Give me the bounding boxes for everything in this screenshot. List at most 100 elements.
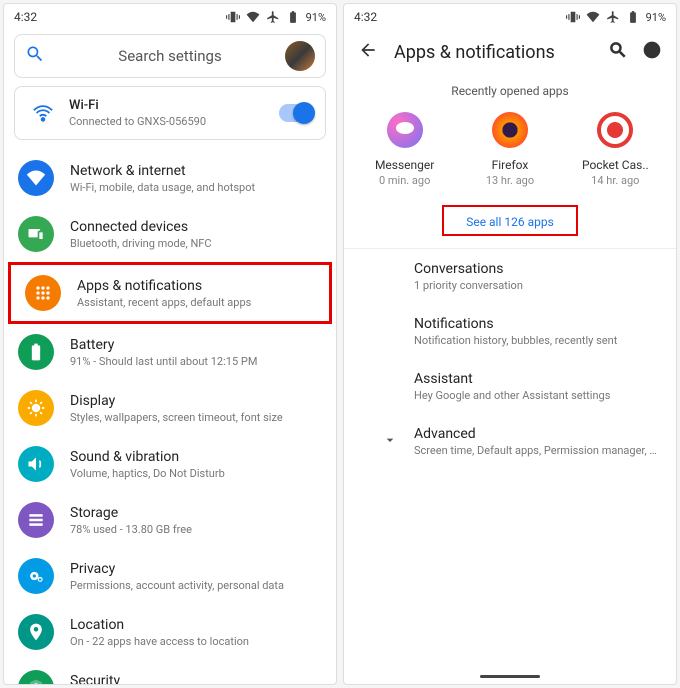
profile-avatar[interactable]	[285, 41, 315, 71]
recent-apps-label: Recently opened apps	[344, 84, 676, 98]
settings-row-privacy[interactable]: Privacy Permissions, account activity, p…	[4, 548, 336, 604]
battery-icon	[626, 10, 640, 24]
chevron-down-icon	[382, 432, 400, 452]
row-title: Privacy	[70, 561, 284, 577]
search-placeholder: Search settings	[55, 47, 285, 65]
status-icons: 91%	[226, 10, 326, 24]
row-sub: Assistant, recent apps, default apps	[77, 296, 251, 309]
page-title: Apps & notifications	[394, 42, 592, 63]
location-icon	[18, 614, 54, 650]
battery-percent: 91%	[306, 11, 326, 24]
advanced-row[interactable]: Advanced Screen time, Default apps, Perm…	[344, 414, 676, 469]
row-sub: Permissions, account activity, personal …	[70, 579, 284, 592]
battery-percent: 91%	[646, 11, 666, 24]
settings-row-storage[interactable]: Storage 78% used - 13.80 GB free	[4, 492, 336, 548]
page-header: Apps & notifications	[344, 30, 676, 78]
storage-icon	[18, 502, 54, 538]
row-title: Assistant	[414, 371, 662, 387]
app-time: 14 hr. ago	[591, 174, 639, 187]
row-title: Location	[70, 617, 249, 633]
row-title: Connected devices	[70, 219, 212, 235]
help-button[interactable]	[642, 40, 662, 64]
row-title: Security	[70, 673, 245, 685]
security-icon	[18, 670, 54, 684]
search-icon	[25, 44, 45, 68]
wifi-icon	[246, 10, 260, 24]
row-sub: 1 priority conversation	[414, 279, 662, 292]
wifi-icon	[586, 10, 600, 24]
apps-notifications-screen: 4:32 91% Apps & notifications Recently o…	[343, 3, 677, 685]
status-icons: 91%	[566, 10, 666, 24]
app-name: Pocket Cas..	[582, 158, 649, 172]
settings-row-security[interactable]: Security Play Protect, screen lock, fing…	[4, 660, 336, 684]
wifi-title: Wi-Fi	[69, 98, 279, 113]
app-icon	[387, 112, 423, 148]
row-title: Sound & vibration	[70, 449, 225, 465]
display-icon	[18, 390, 54, 426]
recent-app-firefox[interactable]: Firefox 13 hr. ago	[465, 112, 555, 187]
settings-row-sound-vibration[interactable]: Sound & vibration Volume, haptics, Do No…	[4, 436, 336, 492]
search-settings[interactable]: Search settings	[14, 34, 326, 78]
settings-row-connected-devices[interactable]: Connected devices Bluetooth, driving mod…	[4, 206, 336, 262]
settings-row-battery[interactable]: Battery 91% - Should last until about 12…	[4, 324, 336, 380]
row-title: Apps & notifications	[77, 278, 251, 294]
detail-row-conversations[interactable]: Conversations 1 priority conversation	[344, 249, 676, 304]
home-indicator[interactable]	[480, 675, 540, 678]
detail-row-assistant[interactable]: Assistant Hey Google and other Assistant…	[344, 359, 676, 414]
back-button[interactable]	[358, 40, 378, 64]
row-title: Battery	[70, 337, 257, 353]
app-icon	[597, 112, 633, 148]
wifi-icon	[27, 97, 59, 129]
apps-icon	[25, 275, 61, 311]
status-bar: 4:32 91%	[344, 4, 676, 30]
row-sub: 78% used - 13.80 GB free	[70, 523, 192, 536]
wifi-toggle[interactable]	[279, 104, 313, 122]
row-sub: 91% - Should last until about 12:15 PM	[70, 355, 257, 368]
app-name: Messenger	[375, 158, 434, 172]
app-time: 0 min. ago	[379, 174, 430, 187]
app-icon	[492, 112, 528, 148]
status-time: 4:32	[14, 10, 37, 24]
settings-row-network-internet[interactable]: Network & internet Wi-Fi, mobile, data u…	[4, 150, 336, 206]
row-title: Storage	[70, 505, 192, 521]
row-title: Display	[70, 393, 283, 409]
settings-screen: 4:32 91% Search settings Wi-Fi Connected…	[3, 3, 337, 685]
wifi-card[interactable]: Wi-Fi Connected to GNXS-056590	[14, 86, 326, 140]
advanced-title: Advanced	[414, 426, 662, 442]
row-sub: Styles, wallpapers, screen timeout, font…	[70, 411, 283, 424]
row-sub: On - 22 apps have access to location	[70, 635, 249, 648]
recent-app-messenger[interactable]: Messenger 0 min. ago	[360, 112, 450, 187]
vibrate-icon	[226, 10, 240, 24]
recent-app-pocketcasts[interactable]: Pocket Cas.. 14 hr. ago	[570, 112, 660, 187]
row-sub: Volume, haptics, Do Not Disturb	[70, 467, 225, 480]
row-sub: Bluetooth, driving mode, NFC	[70, 237, 212, 250]
status-bar: 4:32 91%	[4, 4, 336, 30]
settings-row-apps-notifications[interactable]: Apps & notifications Assistant, recent a…	[8, 262, 332, 324]
airplane-icon	[606, 10, 620, 24]
vibrate-icon	[566, 10, 580, 24]
search-button[interactable]	[608, 40, 628, 64]
row-sub: Notification history, bubbles, recently …	[414, 334, 662, 347]
detail-list: Conversations 1 priority conversation No…	[344, 249, 676, 414]
row-title: Notifications	[414, 316, 662, 332]
see-all-highlight: See all 126 apps	[442, 205, 578, 236]
sound-icon	[18, 446, 54, 482]
advanced-sub: Screen time, Default apps, Permission ma…	[414, 444, 662, 457]
wifi-sub: Connected to GNXS-056590	[69, 115, 279, 128]
airplane-icon	[266, 10, 280, 24]
settings-row-location[interactable]: Location On - 22 apps have access to loc…	[4, 604, 336, 660]
battery-icon	[286, 10, 300, 24]
wifi-icon	[18, 160, 54, 196]
app-name: Firefox	[492, 158, 529, 172]
battery-icon	[18, 334, 54, 370]
row-title: Network & internet	[70, 163, 255, 179]
status-time: 4:32	[354, 10, 377, 24]
row-sub: Hey Google and other Assistant settings	[414, 389, 662, 402]
see-all-apps-button[interactable]: See all 126 apps	[456, 211, 564, 233]
devices-icon	[18, 216, 54, 252]
detail-row-notifications[interactable]: Notifications Notification history, bubb…	[344, 304, 676, 359]
row-title: Conversations	[414, 261, 662, 277]
app-time: 13 hr. ago	[486, 174, 534, 187]
settings-row-display[interactable]: Display Styles, wallpapers, screen timeo…	[4, 380, 336, 436]
row-sub: Wi-Fi, mobile, data usage, and hotspot	[70, 181, 255, 194]
